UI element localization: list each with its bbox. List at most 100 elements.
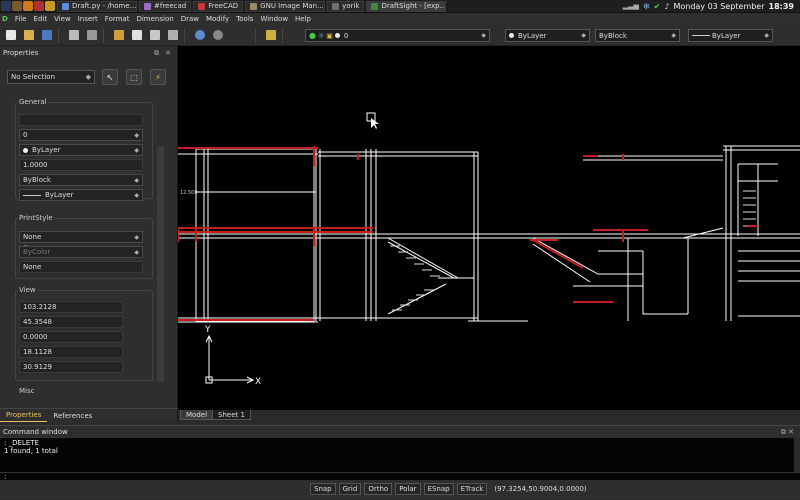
linescale-field[interactable]: 1.0000: [19, 159, 143, 171]
view-field[interactable]: 30.9129: [19, 361, 123, 373]
command-output[interactable]: : _DELETE 1 found, 1 total: [0, 438, 794, 472]
color-dot-icon: [23, 147, 28, 153]
task-item[interactable]: DraftSight - [exp...: [366, 0, 447, 12]
volume-icon[interactable]: ♪: [664, 2, 669, 11]
chevron-updown-icon: ◆: [481, 32, 486, 39]
layer-manager-button[interactable]: [263, 28, 278, 43]
files-icon[interactable]: [12, 1, 22, 11]
copy-button[interactable]: [129, 28, 144, 43]
panel-scrollbar[interactable]: [157, 146, 164, 382]
gear-app-icon[interactable]: [45, 1, 55, 11]
polar-toggle[interactable]: Polar: [395, 483, 421, 495]
lineweight-line-icon: [23, 194, 41, 196]
redo-button[interactable]: [210, 28, 225, 43]
float-icon[interactable]: ⧉: [154, 49, 159, 58]
menu-dimension[interactable]: Dimension: [136, 15, 173, 23]
menu-draw[interactable]: Draw: [181, 15, 199, 23]
tab-references[interactable]: References: [47, 409, 98, 422]
chevron-updown-icon: ◆: [671, 32, 676, 39]
layer-combo[interactable]: ● ☼ ▣ 0 ◆: [305, 29, 490, 42]
linestyle-field[interactable]: ByBlock ◆: [19, 174, 143, 186]
pickadd-button[interactable]: ⚡: [150, 69, 166, 85]
draftsight-window: Draft.py - /home... #freecad FreeCAD GNU Im…: [0, 0, 800, 500]
preview-icon: [86, 30, 97, 40]
clock-time[interactable]: 18:39: [769, 2, 794, 11]
paste-icon: [149, 30, 160, 40]
printstyle-table-field[interactable]: None: [19, 261, 143, 273]
network-icon[interactable]: ▂▃▅: [623, 2, 639, 10]
menu-window[interactable]: Window: [260, 15, 288, 23]
red-app-icon[interactable]: [34, 1, 44, 11]
color-combo[interactable]: ByLayer ◆: [505, 29, 590, 42]
layer-field-value: 0: [23, 131, 28, 139]
linestyle-field-value: ByBlock: [23, 176, 51, 184]
panel-title: Properties: [3, 49, 39, 57]
menu-format[interactable]: Format: [105, 15, 130, 23]
menu-tools[interactable]: Tools: [236, 15, 253, 23]
undo-button[interactable]: [192, 28, 207, 43]
command-input[interactable]: :: [0, 472, 800, 481]
float-icon[interactable]: ⧉ ✕: [781, 428, 794, 437]
paste-button[interactable]: [147, 28, 162, 43]
view-field-value: 18.1128: [23, 348, 52, 356]
menu-edit[interactable]: Edit: [34, 15, 48, 23]
lineweight-combo[interactable]: ByLayer ◆: [688, 29, 773, 42]
grid-toggle[interactable]: Grid: [338, 483, 362, 495]
color-field-value: ByLayer: [32, 146, 61, 154]
task-item[interactable]: Draft.py - /home...: [57, 0, 137, 12]
format-painter-button[interactable]: [165, 28, 180, 43]
quick-select-button[interactable]: ⬚: [126, 69, 142, 85]
command-scrollbar[interactable]: [794, 438, 800, 472]
hyperlink-field[interactable]: [19, 114, 143, 126]
ucs-icon: [205, 334, 255, 384]
menu-help[interactable]: Help: [295, 15, 311, 23]
bluetooth-icon[interactable]: ✻: [643, 2, 650, 11]
firefox-icon[interactable]: [23, 1, 33, 11]
lineweight-field[interactable]: ByLayer ◆: [19, 189, 143, 201]
status-bar: Snap Grid Ortho Polar ESnap ETrack (97.3…: [0, 480, 800, 498]
update-icon[interactable]: ✔: [654, 2, 661, 11]
color-field[interactable]: ByLayer ◆: [19, 144, 143, 156]
close-icon[interactable]: ✕: [165, 49, 171, 57]
open-button[interactable]: [21, 28, 36, 43]
print-button[interactable]: [66, 28, 81, 43]
task-item[interactable]: yorik: [327, 0, 365, 12]
task-item[interactable]: GNU Image Man...: [245, 0, 326, 12]
view-field[interactable]: 45.3548: [19, 316, 123, 328]
save-button[interactable]: [39, 28, 54, 43]
task-item[interactable]: FreeCAD: [193, 0, 244, 12]
new-file-icon: [5, 30, 16, 40]
properties-panel: Properties ⧉ ✕ No Selection ◆ ↖ ⬚ ⚡ Gene…: [0, 46, 178, 422]
tab-sheet-1[interactable]: Sheet 1: [212, 410, 251, 420]
layer-field[interactable]: 0 ◆: [19, 129, 143, 141]
snap-toggle[interactable]: Snap: [310, 483, 336, 495]
task-app-icon: [250, 2, 258, 10]
view-field[interactable]: 18.1128: [19, 346, 123, 358]
select-objects-button[interactable]: ↖: [102, 69, 118, 85]
menu-modify[interactable]: Modify: [206, 15, 229, 23]
menu-insert[interactable]: Insert: [78, 15, 98, 23]
esnap-toggle[interactable]: ESnap: [423, 483, 454, 495]
print-preview-button[interactable]: [84, 28, 99, 43]
view-field[interactable]: 103.2128: [19, 301, 123, 313]
menu-view[interactable]: View: [54, 15, 71, 23]
selection-dropdown[interactable]: No Selection ◆: [7, 70, 95, 84]
clock-date[interactable]: Monday 03 September: [673, 2, 764, 11]
etrack-toggle[interactable]: ETrack: [456, 483, 488, 495]
view-field[interactable]: 0.0000: [19, 331, 123, 343]
redo-icon: [212, 30, 223, 40]
tab-properties[interactable]: Properties: [0, 409, 48, 422]
toolbar-separator: [255, 27, 256, 43]
task-item[interactable]: #freecad: [139, 0, 192, 12]
drawing-canvas[interactable]: 12.500 Y X: [178, 46, 800, 410]
app-menu-icon[interactable]: [1, 1, 11, 11]
new-button[interactable]: [3, 28, 18, 43]
tab-model[interactable]: Model: [180, 410, 214, 420]
printstyle-field[interactable]: None ◆: [19, 231, 143, 243]
brush-icon: [167, 30, 178, 40]
cut-button[interactable]: [111, 28, 126, 43]
linestyle-combo[interactable]: ByBlock ◆: [595, 29, 680, 42]
ortho-toggle[interactable]: Ortho: [364, 483, 393, 495]
menu-file[interactable]: File: [15, 15, 27, 23]
ucs-y-label: Y: [204, 325, 211, 335]
